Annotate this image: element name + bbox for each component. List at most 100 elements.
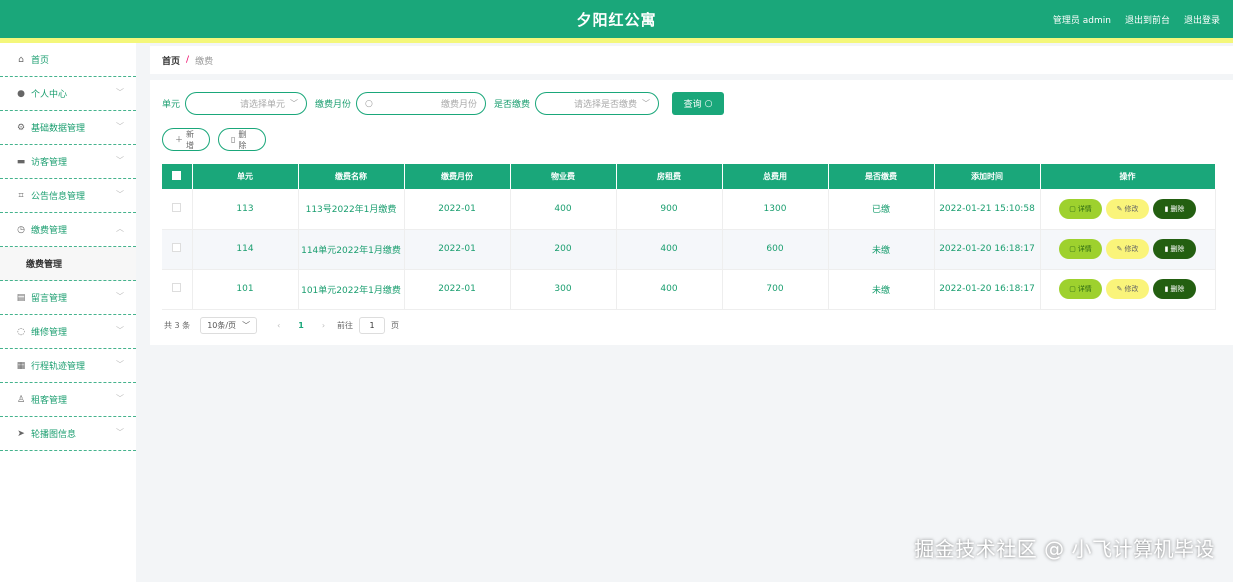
sidebar-item-home[interactable]: ⌂ 首页 bbox=[0, 43, 136, 77]
detail-button[interactable]: ▢ 详情 bbox=[1059, 198, 1102, 219]
add-button-label: 新增 bbox=[186, 129, 194, 150]
cell-name: 113号2022年1月缴费 bbox=[298, 189, 405, 230]
sidebar-item-label: 轮播图信息 bbox=[31, 430, 77, 440]
cell-paid-status: 未缴 bbox=[828, 229, 935, 270]
unit-label: 单元 bbox=[162, 100, 181, 110]
cell-rent-fee: 400 bbox=[616, 229, 723, 270]
select-all-cell[interactable] bbox=[162, 164, 193, 189]
row-checkbox[interactable] bbox=[172, 283, 182, 292]
pagination: 共 3 条 10条/页 ﹀ ‹ 1 › 前往 1 页 bbox=[164, 317, 399, 334]
query-button-label: 查询 bbox=[683, 100, 702, 110]
paid-status-placeholder: 请选择是否缴费 bbox=[574, 100, 638, 110]
cell-added-time: 2022-01-20 16:18:17 bbox=[934, 229, 1041, 270]
batch-delete-label: 删除 bbox=[238, 129, 247, 150]
detail-button[interactable]: ▢ 详情 bbox=[1059, 239, 1102, 259]
app-title: 夕阳红公寓 bbox=[576, 11, 657, 29]
cell-paid-status: 未缴 bbox=[828, 269, 935, 310]
briefcase-icon: ▬ bbox=[16, 156, 26, 167]
sidebar-item-base-data[interactable]: ⚙ 基础数据管理 ﹀ bbox=[0, 111, 136, 145]
goto-label: 前往 bbox=[337, 321, 354, 330]
delete-button[interactable]: ▮ 删除 bbox=[1153, 239, 1196, 259]
cell-added-time: 2022-01-20 16:18:17 bbox=[934, 269, 1041, 310]
cell-month: 2022-01 bbox=[404, 229, 511, 270]
cell-rent-fee: 400 bbox=[616, 269, 723, 310]
chevron-down-icon: ﹀ bbox=[116, 190, 124, 199]
cell-total: 700 bbox=[722, 269, 829, 310]
row-actions: ▢ 详情 ✎ 修改 ▮ 删除 bbox=[1041, 198, 1215, 219]
goto-page-input[interactable]: 1 bbox=[359, 317, 386, 334]
payment-table: 单元 缴费名称 缴费月份 物业费 房租费 总费用 是否缴费 添加时间 操作 11… bbox=[162, 164, 1216, 310]
column-header: 操作 bbox=[1040, 164, 1216, 189]
back-to-frontend-link[interactable]: 退出到前台 bbox=[1125, 13, 1170, 26]
watermark: 掘金技术社区 @ 小飞计算机毕设 bbox=[914, 537, 1215, 561]
add-button[interactable]: ＋ 新增 bbox=[162, 128, 210, 151]
edit-button[interactable]: ✎ 修改 bbox=[1106, 279, 1149, 299]
sidebar-item-visitor[interactable]: ▬ 访客管理 ﹀ bbox=[0, 145, 136, 179]
sidebar-item-repair[interactable]: ◌ 维修管理 ﹀ bbox=[0, 315, 136, 349]
sidebar-item-personal[interactable]: ● 个人中心 ﹀ bbox=[0, 77, 136, 111]
sidebar: ⌂ 首页 ● 个人中心 ﹀ ⚙ 基础数据管理 ﹀ ▬ 访客管理 ﹀ ⌗ 公告信息… bbox=[0, 43, 136, 582]
current-page[interactable]: 1 bbox=[298, 321, 304, 330]
header-links: 管理员 admin 退出到前台 退出登录 bbox=[1053, 13, 1220, 26]
sidebar-item-label: 个人中心 bbox=[31, 90, 68, 100]
select-all-checkbox[interactable] bbox=[172, 171, 182, 180]
paid-status-select[interactable]: 请选择是否缴费 ﹀ bbox=[535, 92, 660, 115]
batch-delete-button[interactable]: ▯ 删除 bbox=[218, 128, 266, 151]
cell-name: 114单元2022年1月缴费 bbox=[298, 229, 405, 270]
chevron-down-icon: ﹀ bbox=[116, 428, 124, 437]
search-icon: ○ bbox=[704, 98, 713, 109]
doc-icon: ▢ bbox=[1069, 245, 1076, 253]
page-suffix: 页 bbox=[391, 321, 400, 330]
page-size-select[interactable]: 10条/页 ﹀ bbox=[200, 317, 258, 334]
edit-button[interactable]: ✎ 修改 bbox=[1106, 198, 1149, 219]
prev-page-button[interactable]: ‹ bbox=[277, 321, 280, 330]
sidebar-item-payment[interactable]: ◷ 缴费管理 ︿ bbox=[0, 213, 136, 247]
trash-icon: ▮ bbox=[1164, 245, 1169, 253]
pencil-icon: ✎ bbox=[1116, 204, 1123, 213]
delete-button[interactable]: ▮ 删除 bbox=[1153, 198, 1196, 219]
chevron-down-icon: ﹀ bbox=[242, 321, 251, 330]
cell-paid-status: 已缴 bbox=[828, 189, 935, 230]
cell-property-fee: 300 bbox=[510, 269, 617, 310]
detail-label: 详情 bbox=[1077, 204, 1092, 213]
edit-button[interactable]: ✎ 修改 bbox=[1106, 239, 1149, 259]
column-header: 添加时间 bbox=[934, 164, 1041, 189]
doc-icon: ▢ bbox=[1069, 204, 1076, 213]
table-row: 101 101单元2022年1月缴费 2022-01 300 400 700 未… bbox=[162, 269, 1216, 310]
main-panel: 单元 请选择单元 ﹀ 缴费月份 ○ 缴费月份 是否缴费 请选择是否缴费 ﹀ 查询… bbox=[150, 80, 1233, 345]
submenu-item-payment[interactable]: 缴费管理 bbox=[0, 247, 136, 281]
breadcrumb-home[interactable]: 首页 bbox=[162, 54, 180, 67]
row-checkbox[interactable] bbox=[172, 202, 182, 212]
logout-link[interactable]: 退出登录 bbox=[1184, 13, 1220, 26]
delete-label: 删除 bbox=[1170, 204, 1185, 213]
edit-label: 修改 bbox=[1124, 204, 1139, 213]
sidebar-item-trajectory[interactable]: ▦ 行程轨迹管理 ﹀ bbox=[0, 349, 136, 383]
delete-button[interactable]: ▮ 删除 bbox=[1153, 279, 1196, 299]
sidebar-item-carousel[interactable]: ➤ 轮播图信息 ﹀ bbox=[0, 417, 136, 451]
doc-icon: ▢ bbox=[1069, 285, 1076, 293]
grid-icon: ▦ bbox=[16, 360, 26, 371]
sidebar-item-message[interactable]: ▤ 留言管理 ﹀ bbox=[0, 281, 136, 315]
column-header: 缴费月份 bbox=[404, 164, 511, 189]
breadcrumb: 首页 / 缴费 bbox=[150, 46, 1233, 74]
month-input[interactable]: ○ 缴费月份 bbox=[356, 92, 487, 115]
detail-button[interactable]: ▢ 详情 bbox=[1059, 279, 1102, 299]
chevron-down-icon: ﹀ bbox=[116, 88, 124, 97]
column-header: 是否缴费 bbox=[828, 164, 935, 189]
chevron-down-icon: ﹀ bbox=[116, 292, 124, 301]
action-buttons: ＋ 新增 ▯ 删除 bbox=[162, 128, 266, 151]
month-label: 缴费月份 bbox=[315, 100, 352, 110]
sidebar-item-label: 租客管理 bbox=[31, 396, 68, 406]
row-checkbox[interactable] bbox=[172, 243, 182, 252]
edit-label: 修改 bbox=[1124, 285, 1139, 293]
query-button[interactable]: 查询 ○ bbox=[672, 92, 725, 115]
pencil-icon: ✎ bbox=[1116, 285, 1123, 293]
unit-select[interactable]: 请选择单元 ﹀ bbox=[185, 92, 308, 115]
column-header: 缴费名称 bbox=[298, 164, 405, 189]
sidebar-item-tenant[interactable]: ♙ 租客管理 ﹀ bbox=[0, 383, 136, 417]
month-input-placeholder: 缴费月份 bbox=[441, 100, 478, 110]
sidebar-item-notice[interactable]: ⌗ 公告信息管理 ﹀ bbox=[0, 179, 136, 213]
detail-label: 详情 bbox=[1077, 245, 1092, 253]
next-page-button[interactable]: › bbox=[322, 321, 325, 330]
cell-unit: 101 bbox=[192, 269, 299, 310]
